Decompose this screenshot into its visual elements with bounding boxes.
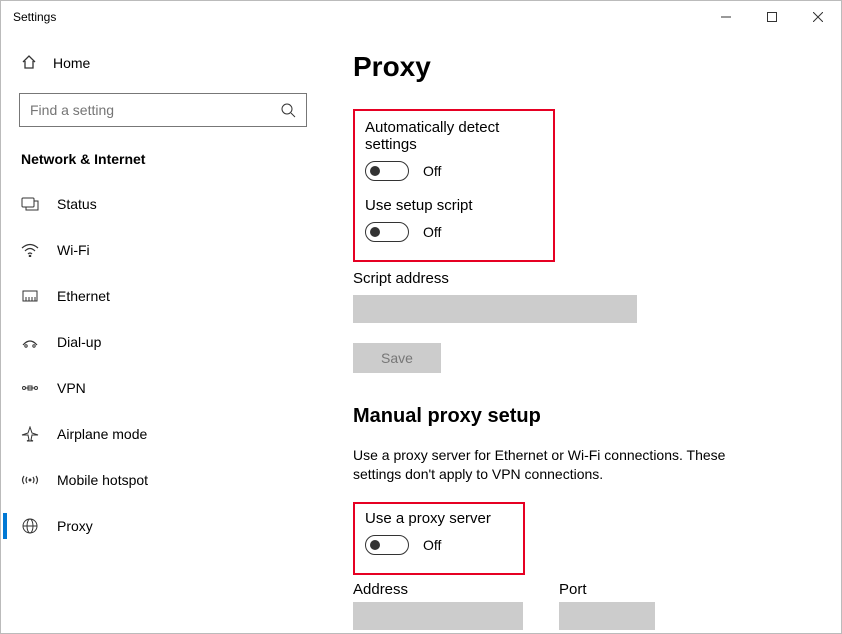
search-input[interactable]: [20, 94, 306, 126]
address-input[interactable]: [353, 602, 523, 630]
content-pane: Proxy Automatically detect settings Off …: [319, 33, 841, 633]
port-label: Port: [559, 581, 655, 598]
sidebar-item-ethernet[interactable]: Ethernet: [1, 273, 319, 319]
address-label: Address: [353, 581, 523, 598]
minimize-button[interactable]: [703, 1, 749, 33]
sidebar-item-hotspot[interactable]: Mobile hotspot: [1, 457, 319, 503]
home-label: Home: [53, 55, 90, 71]
proxy-icon: [21, 518, 39, 534]
auto-detect-label: Automatically detect settings: [365, 119, 541, 153]
maximize-button[interactable]: [749, 1, 795, 33]
auto-detect-toggle[interactable]: [365, 161, 409, 181]
save-button[interactable]: Save: [353, 343, 441, 373]
sidebar-section-head: Network & Internet: [1, 137, 319, 181]
sidebar-item-dialup[interactable]: Dial-up: [1, 319, 319, 365]
window-controls: [703, 1, 841, 33]
airplane-icon: [21, 426, 39, 442]
search-box[interactable]: [19, 93, 307, 127]
manual-section-desc: Use a proxy server for Ethernet or Wi-Fi…: [353, 446, 773, 484]
use-proxy-state: Off: [423, 537, 441, 553]
manual-section-title: Manual proxy setup: [353, 405, 807, 428]
sidebar-item-wifi[interactable]: Wi-Fi: [1, 227, 319, 273]
dialup-icon: [21, 335, 39, 349]
auto-detect-state: Off: [423, 163, 441, 179]
sidebar-item-label: Airplane mode: [57, 426, 147, 442]
sidebar-item-label: Dial-up: [57, 334, 101, 350]
sidebar-item-label: Wi-Fi: [57, 242, 90, 258]
sidebar-item-airplane[interactable]: Airplane mode: [1, 411, 319, 457]
sidebar-item-label: Ethernet: [57, 288, 110, 304]
sidebar-item-label: Proxy: [57, 518, 93, 534]
use-proxy-label: Use a proxy server: [365, 510, 513, 527]
sidebar-item-proxy[interactable]: Proxy: [1, 503, 319, 549]
home-nav[interactable]: Home: [1, 41, 319, 85]
sidebar-item-label: Mobile hotspot: [57, 472, 148, 488]
close-button[interactable]: [795, 1, 841, 33]
hotspot-icon: [21, 473, 39, 487]
setup-script-label: Use setup script: [365, 197, 541, 214]
vpn-icon: [21, 381, 39, 395]
script-address-label: Script address: [353, 270, 807, 287]
window-title: Settings: [13, 10, 56, 24]
sidebar-item-vpn[interactable]: VPN: [1, 365, 319, 411]
status-icon: [21, 197, 39, 211]
home-icon: [21, 54, 37, 73]
ethernet-icon: [21, 289, 39, 303]
wifi-icon: [21, 243, 39, 257]
title-bar: Settings: [1, 1, 841, 33]
highlight-auto-section: Automatically detect settings Off Use se…: [353, 109, 555, 262]
search-icon: [280, 102, 296, 123]
port-input[interactable]: [559, 602, 655, 630]
page-title: Proxy: [353, 51, 807, 83]
script-address-input[interactable]: [353, 295, 637, 323]
use-proxy-toggle[interactable]: [365, 535, 409, 555]
setup-script-toggle[interactable]: [365, 222, 409, 242]
highlight-proxy-toggle: Use a proxy server Off: [353, 502, 525, 575]
sidebar-item-label: Status: [57, 196, 97, 212]
sidebar-item-status[interactable]: Status: [1, 181, 319, 227]
sidebar: Home Network & Internet Status Wi-Fi Eth…: [1, 33, 319, 633]
sidebar-item-label: VPN: [57, 380, 86, 396]
setup-script-state: Off: [423, 224, 441, 240]
